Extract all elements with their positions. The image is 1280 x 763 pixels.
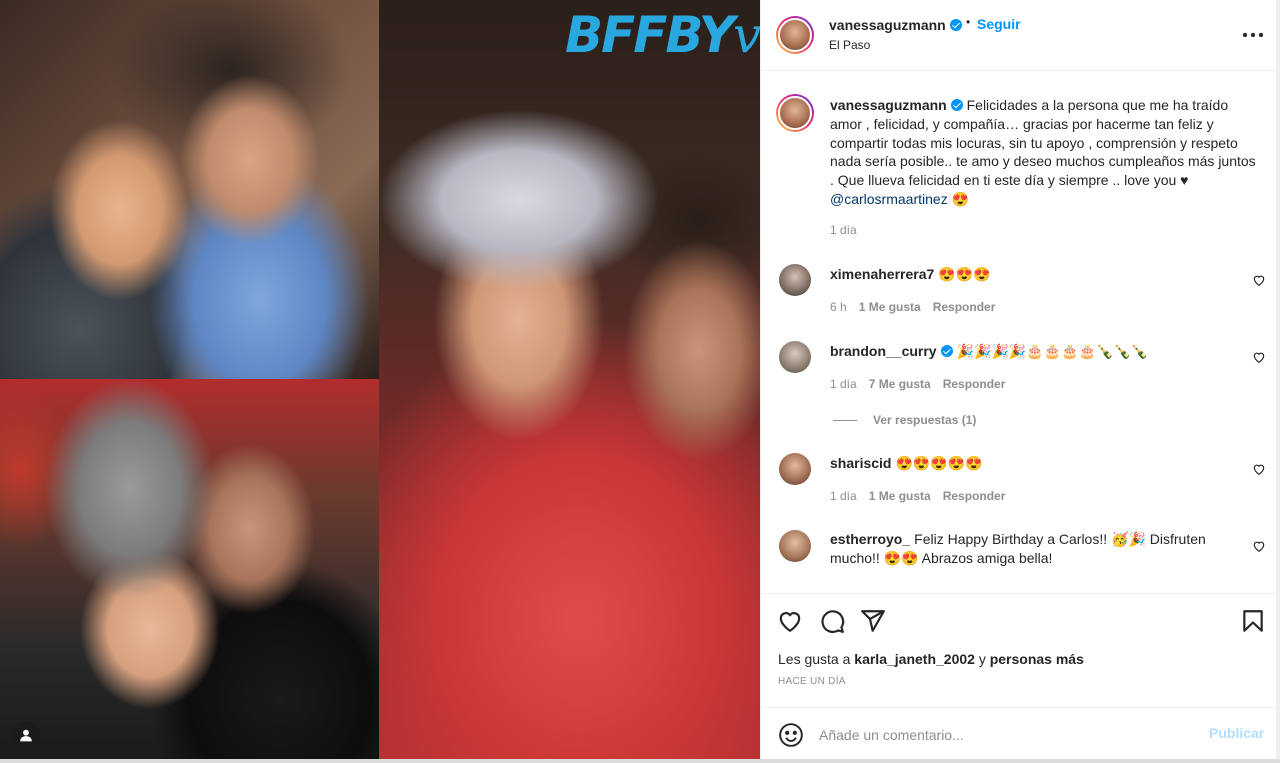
reply-button[interactable]: Responder [933,300,996,314]
like-comment-icon[interactable] [1252,350,1266,364]
post-time[interactable]: HACE UN DÍA [778,676,846,687]
verified-icon [950,99,963,111]
photo-couple-indoor [0,0,379,379]
more-options-icon[interactable] [1242,25,1266,45]
like-comment-icon[interactable] [1252,462,1266,476]
bottom-edge [0,759,1280,763]
comment-meta: 1 día 7 Me gusta Responder [830,377,1005,391]
post-media[interactable]: BFFBYvg [0,0,760,763]
comment-input[interactable] [819,720,1199,750]
comment-likes[interactable]: 1 Me gusta [859,300,921,314]
comment-username[interactable]: estherroyo_ [830,531,910,547]
save-bookmark-icon[interactable] [1240,608,1266,634]
comment-avatar[interactable] [779,264,811,296]
page-scrollbar[interactable] [1276,0,1280,763]
comment-avatar[interactable] [779,453,811,485]
comment-username[interactable]: brandon__curry [830,343,953,359]
post-actions: Les gusta a karla_janeth_2002 y personas… [761,593,1280,707]
comment-icon[interactable] [819,608,845,634]
author-username[interactable]: vanessaguzmann [829,17,962,33]
comment-text: 😍😍😍😍😍 [895,455,983,471]
liked-by-user[interactable]: karla_janeth_2002 [854,651,975,667]
caption-username[interactable]: vanessaguzmann [830,97,963,113]
view-replies-button[interactable]: Ver respuestas (1) [833,413,976,427]
verified-icon [940,345,953,357]
comment-meta: 6 h 1 Me gusta Responder [830,300,995,314]
comment-time: 1 día [830,489,857,503]
likes-others[interactable]: personas más [990,651,1084,667]
reply-button[interactable]: Responder [943,377,1006,391]
photo-couple-selfie [379,0,760,763]
comment-time: 6 h [830,300,847,314]
comment-item: ximenaherrera7 😍😍😍 [830,265,1240,284]
comment-text: 🎉🎉🎉🎉🎂🎂🎂🎂🍾🍾🍾 [956,343,1149,359]
caption-avatar[interactable] [776,94,814,132]
comment-item: estherroyo_ Feliz Happy Birthday a Carlos… [830,530,1240,568]
comment-username[interactable]: ximenaherrera7 [830,266,934,282]
caption: vanessaguzmann Felicidades a la persona … [830,96,1260,209]
post-header: vanessaguzmann • Seguir El Paso [761,0,1280,71]
author-avatar[interactable] [776,16,814,54]
replies-divider [833,420,857,422]
comment-avatar[interactable] [779,530,811,562]
comment-likes[interactable]: 7 Me gusta [869,377,931,391]
comment-item: shariscid 😍😍😍😍😍 [830,454,1240,473]
likes-summary: Les gusta a karla_janeth_2002 y personas… [778,651,1084,667]
caption-mention[interactable]: @carlosrmaartinez [830,191,948,207]
follow-button[interactable]: Seguir [977,16,1021,32]
photo-couple-stadium [0,379,379,763]
brand-watermark: BFFBYvg [565,6,760,64]
comments-list[interactable]: vanessaguzmann Felicidades a la persona … [761,72,1280,592]
comment-avatar[interactable] [779,341,811,373]
separator-dot: • [966,15,971,29]
emoji-icon[interactable] [778,722,804,748]
tagged-users-icon[interactable] [12,721,40,749]
comment-username[interactable]: shariscid [830,455,891,471]
like-comment-icon[interactable] [1252,273,1266,287]
publish-button[interactable]: Publicar [1209,725,1264,741]
verified-icon [949,19,962,31]
comment-text: 😍😍😍 [938,266,991,282]
caption-emoji: 😍 [951,190,970,207]
location-link[interactable]: El Paso [829,38,870,52]
reply-button[interactable]: Responder [943,489,1006,503]
caption-time: 1 día [830,223,857,237]
comment-item: brandon__curry 🎉🎉🎉🎉🎂🎂🎂🎂🍾🍾🍾 [830,342,1240,361]
comment-time: 1 día [830,377,857,391]
comment-meta: 1 día 1 Me gusta Responder [830,489,1005,503]
post-side-panel: vanessaguzmann • Seguir El Paso vanessag… [760,0,1280,763]
comment-likes[interactable]: 1 Me gusta [869,489,931,503]
share-icon[interactable] [860,608,886,634]
like-post-icon[interactable] [777,608,803,634]
like-comment-icon[interactable] [1252,539,1266,553]
add-comment-bar: Publicar [761,707,1280,763]
